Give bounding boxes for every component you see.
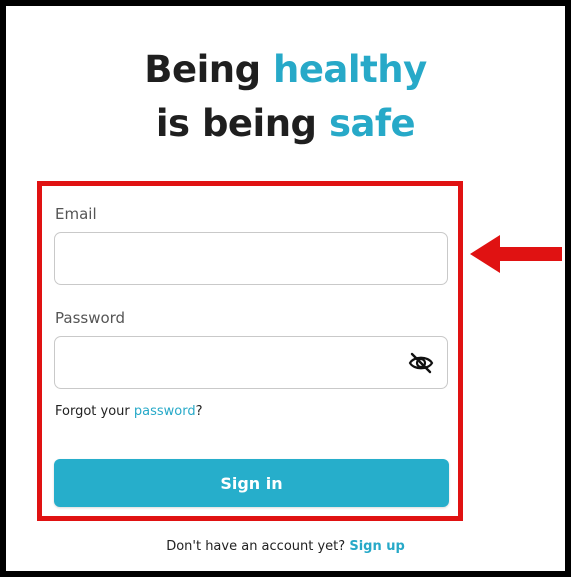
headline-words-is-being: is being [155,102,317,145]
headline-accent-safe: safe [328,102,416,145]
password-field[interactable] [54,336,448,389]
password-label: Password [55,309,126,327]
eye-slash-icon [408,352,434,374]
signup-prompt: Don't have an account yet? Sign up [0,539,571,554]
signup-prompt-text: Don't have an account yet? [166,539,346,554]
red-arrow-left-icon [470,235,562,273]
headline-word-being: Being [144,48,261,91]
email-field[interactable] [54,232,448,285]
headline-line-1: Being healthy [0,44,571,96]
headline-line-2: is being safe [0,98,571,150]
forgot-suffix: ? [195,404,203,419]
sign-up-link[interactable]: Sign up [349,539,404,554]
email-label: Email [55,205,97,223]
headline-accent-healthy: healthy [272,48,427,91]
forgot-password-link[interactable]: password [134,404,196,419]
sign-in-button[interactable]: Sign in [54,459,449,507]
forgot-prefix: Forgot your [55,404,130,419]
password-visibility-toggle[interactable] [406,350,436,376]
forgot-password-text: Forgot your password? [55,404,203,419]
